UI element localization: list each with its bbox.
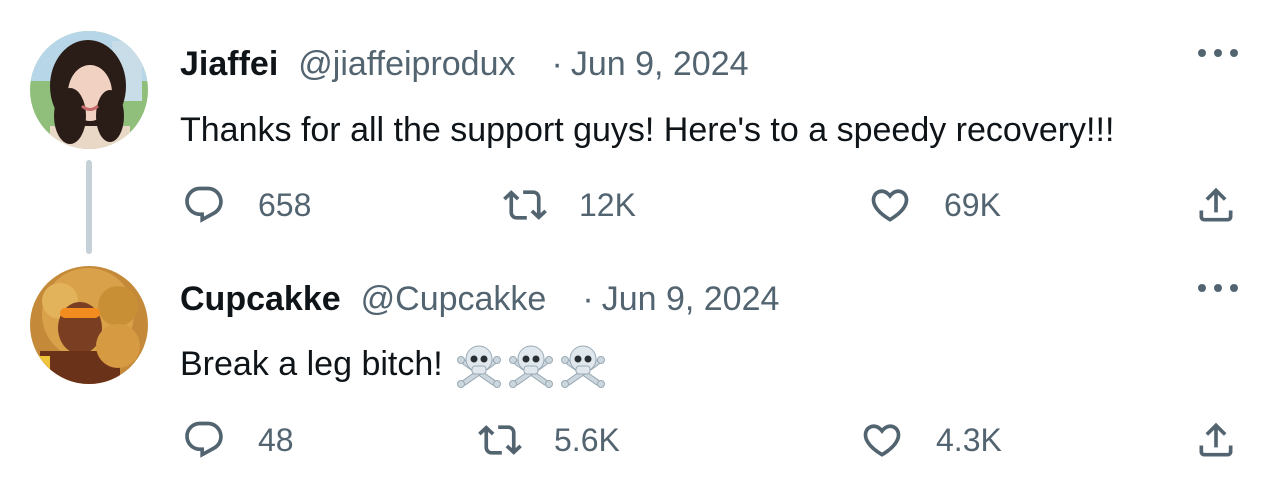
reply-icon bbox=[185, 421, 223, 458]
separator: · bbox=[551, 44, 563, 83]
emoji-group bbox=[455, 340, 607, 388]
retweet-icon bbox=[503, 190, 547, 220]
tweet-date[interactable]: Jun 9, 2024 bbox=[602, 280, 780, 319]
reply-icon bbox=[185, 186, 223, 223]
reply-count: 658 bbox=[258, 186, 312, 223]
share-icon bbox=[1199, 187, 1233, 222]
skull-crossbones-icon bbox=[456, 345, 501, 388]
tweet-date[interactable]: Jun 9, 2024 bbox=[571, 45, 749, 84]
like-icon bbox=[871, 189, 909, 222]
like-button[interactable]: 4.3K bbox=[860, 417, 1002, 463]
like-button[interactable]: 69K bbox=[868, 182, 1001, 228]
like-count: 4.3K bbox=[936, 421, 1002, 458]
display-name[interactable]: Cupcakke bbox=[180, 280, 341, 319]
tweet-text-content: Break a leg bitch! bbox=[180, 344, 443, 383]
retweet-icon bbox=[478, 425, 522, 455]
tweet-text: Break a leg bitch! bbox=[180, 340, 607, 388]
tweet-header: Cupcakke @Cupcakke · Jun 9, 2024 bbox=[180, 277, 779, 321]
retweet-button[interactable]: 5.6K bbox=[478, 417, 620, 463]
tweet-header: Jiaffei @jiaffeiprodux · Jun 9, 2024 bbox=[180, 42, 749, 86]
tweet-actions: 658 12K 69K bbox=[0, 182, 1280, 228]
like-count: 69K bbox=[944, 186, 1001, 223]
more-icon[interactable] bbox=[1198, 281, 1238, 295]
reply-button[interactable]: 48 bbox=[182, 417, 294, 463]
tweet-cupcakke[interactable]: Cupcakke @Cupcakke · Jun 9, 2024 Break a… bbox=[0, 255, 1280, 489]
share-button[interactable] bbox=[1194, 182, 1238, 228]
tweet-jiaffei[interactable]: Jiaffei @jiaffeiprodux · Jun 9, 2024 Tha… bbox=[0, 0, 1280, 255]
share-button[interactable] bbox=[1194, 417, 1238, 463]
avatar-image bbox=[30, 266, 148, 384]
separator: · bbox=[582, 279, 594, 318]
retweet-count: 5.6K bbox=[554, 421, 620, 458]
reply-button[interactable]: 658 bbox=[182, 182, 311, 228]
username-handle[interactable]: @jiaffeiprodux bbox=[298, 45, 515, 84]
skull-crossbones-icon bbox=[508, 345, 553, 388]
like-icon bbox=[863, 424, 901, 457]
avatar[interactable] bbox=[30, 266, 148, 384]
more-icon[interactable] bbox=[1198, 46, 1238, 60]
tweet-actions: 48 5.6K 4.3K bbox=[0, 417, 1280, 463]
retweet-button[interactable]: 12K bbox=[503, 182, 636, 228]
display-name[interactable]: Jiaffei bbox=[180, 45, 278, 84]
avatar-image bbox=[30, 31, 148, 149]
reply-count: 48 bbox=[258, 421, 294, 458]
tweet-text-content: Thanks for all the support guys! Here's … bbox=[180, 110, 1115, 149]
avatar[interactable] bbox=[30, 31, 148, 149]
tweet-text: Thanks for all the support guys! Here's … bbox=[180, 108, 1114, 152]
retweet-count: 12K bbox=[579, 186, 636, 223]
skull-crossbones-icon bbox=[560, 345, 605, 388]
share-icon bbox=[1199, 422, 1233, 457]
username-handle[interactable]: @Cupcakke bbox=[361, 280, 547, 319]
